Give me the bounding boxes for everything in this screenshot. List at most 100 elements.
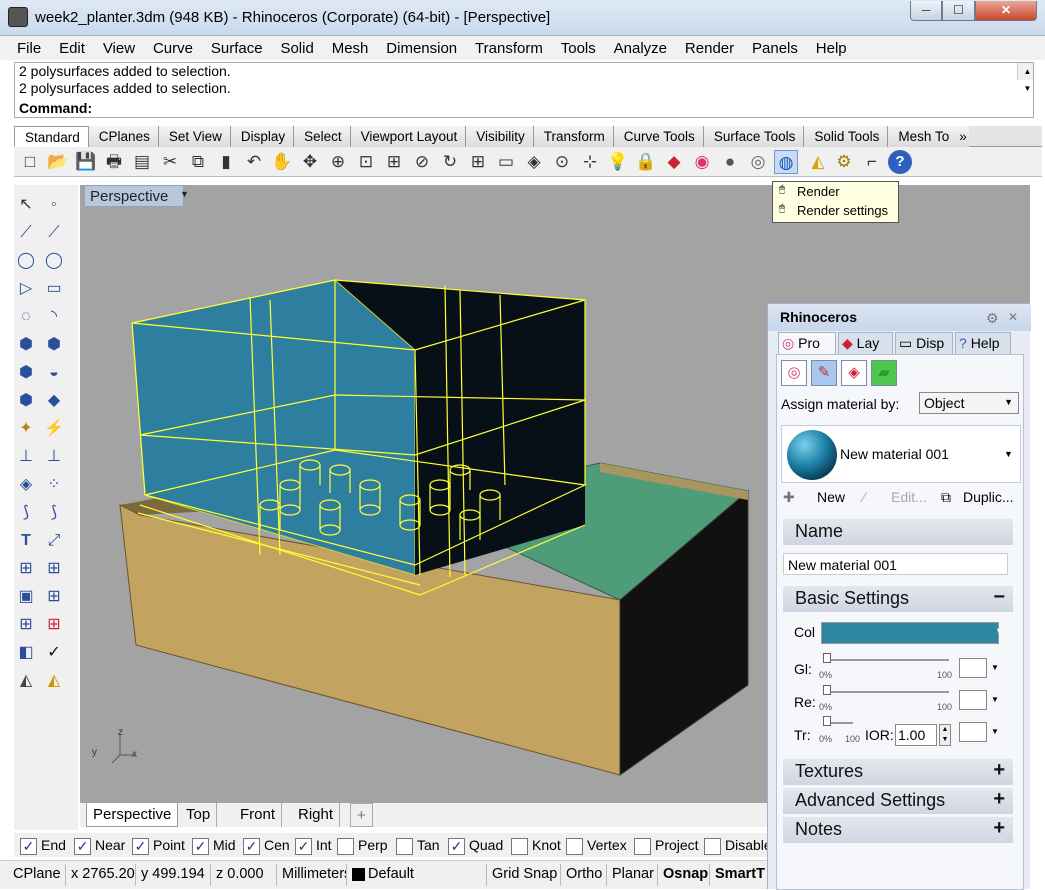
section-textures[interactable]: Textures + xyxy=(783,759,1013,785)
rectangle-icon[interactable]: ▭ xyxy=(42,277,66,301)
gloss-slider-handle[interactable] xyxy=(823,653,831,663)
material-icon[interactable]: ✎ xyxy=(811,360,837,386)
split-icon[interactable]: ⊥ xyxy=(42,445,66,469)
tab-visibility[interactable]: Visibility xyxy=(466,126,534,147)
viewport-title[interactable]: Perspective ▼ xyxy=(84,185,189,207)
menu-solid[interactable]: Solid xyxy=(273,36,320,60)
rotate-view-icon[interactable]: ✥ xyxy=(298,150,322,174)
paste-icon[interactable]: ▮ xyxy=(214,150,238,174)
minimize-button[interactable]: ─ xyxy=(910,1,942,21)
reflectivity-slider[interactable] xyxy=(825,691,949,693)
light-bulb-icon[interactable]: 💡 xyxy=(606,150,630,174)
point-cloud-icon[interactable]: ⁘ xyxy=(42,473,66,497)
material-preview[interactable]: New material 001 ▼ xyxy=(781,425,1021,483)
ior-input[interactable]: 1.00 xyxy=(895,724,937,746)
point-tool-icon[interactable]: ◦ xyxy=(42,193,66,217)
tab-cplanes[interactable]: CPlanes xyxy=(88,126,159,147)
ellipse-icon[interactable]: ◯ xyxy=(42,249,66,273)
layer-icon[interactable]: ◆ xyxy=(662,150,686,174)
menu-render[interactable]: Render xyxy=(678,36,741,60)
chevron-down-icon[interactable]: ▼ xyxy=(995,626,1004,636)
four-viewports-icon[interactable]: ⊞ xyxy=(466,150,490,174)
osnap-knot[interactable]: Knot xyxy=(511,835,561,855)
pan-hand-icon[interactable]: ✋ xyxy=(270,150,294,174)
close-button[interactable]: ✕ xyxy=(975,1,1037,21)
lock-icon[interactable]: 🔒 xyxy=(634,150,658,174)
assign-material-select[interactable]: Object ▼ xyxy=(919,392,1019,414)
transparency-color-box[interactable] xyxy=(959,722,987,742)
osnap-tan[interactable]: Tan xyxy=(396,835,440,855)
arc-icon[interactable]: ◌ xyxy=(14,305,38,329)
explode-icon[interactable]: ⚡ xyxy=(42,417,66,441)
tab-viewport-layout[interactable]: Viewport Layout xyxy=(350,126,467,147)
osnap-int[interactable]: ✓ Int xyxy=(295,835,332,855)
paint-icon[interactable]: ◭ xyxy=(42,669,66,693)
new-material-button[interactable]: New xyxy=(817,489,845,505)
chevron-down-icon[interactable]: ▼ xyxy=(991,727,999,736)
osnap-end[interactable]: ✓ End xyxy=(20,835,66,855)
undo-icon[interactable]: ↶ xyxy=(242,150,266,174)
grid-icon[interactable]: ⊞ xyxy=(42,585,66,609)
transparency-slider-handle[interactable] xyxy=(823,716,831,726)
distribute-icon[interactable]: ⊞ xyxy=(42,613,66,637)
chamfer-icon[interactable]: ⟆ xyxy=(42,501,66,525)
undo-view-icon[interactable]: ↻ xyxy=(438,150,462,174)
mesh-icon[interactable]: ◆ xyxy=(42,389,66,413)
trim-icon[interactable]: ⊥ xyxy=(14,445,38,469)
panel-close-icon[interactable]: ✕ xyxy=(1008,310,1018,324)
gloss-slider[interactable] xyxy=(825,659,949,661)
object-color-icon[interactable]: ◎ xyxy=(781,360,807,386)
show-objects-icon[interactable]: ⊹ xyxy=(578,150,602,174)
cylinder-icon[interactable]: ⬢ xyxy=(14,389,38,413)
tab-surface-tools[interactable]: Surface Tools xyxy=(703,126,805,147)
tab-transform[interactable]: Transform xyxy=(533,126,614,147)
reflectivity-color-box[interactable] xyxy=(959,690,987,710)
section-advanced-settings[interactable]: Advanced Settings + xyxy=(783,788,1013,814)
chevron-down-icon[interactable]: ▼ xyxy=(1004,449,1013,459)
tab-layers[interactable]: ◆ Lay xyxy=(838,332,893,354)
menu-panels[interactable]: Panels xyxy=(745,36,805,60)
gloss-color-box[interactable] xyxy=(959,658,987,678)
zoom-selected-icon[interactable]: ⊘ xyxy=(410,150,434,174)
osnap-point[interactable]: ✓ Point xyxy=(132,835,185,855)
section-notes[interactable]: Notes + xyxy=(783,817,1013,843)
color-swatch[interactable] xyxy=(821,622,999,644)
tab-set-view[interactable]: Set View xyxy=(158,126,231,147)
decal-icon[interactable]: ▰ xyxy=(871,360,897,386)
tab-curve-tools[interactable]: Curve Tools xyxy=(613,126,704,147)
tab-mesh-tools[interactable]: Mesh To xyxy=(888,126,958,147)
texture-mapping-icon[interactable]: ◈ xyxy=(841,360,867,386)
sphere-icon[interactable]: ◒ xyxy=(42,361,66,385)
menu-dimension[interactable]: Dimension xyxy=(379,36,464,60)
analyze-icon[interactable]: ◧ xyxy=(14,641,38,665)
boolean-icon[interactable]: ✦ xyxy=(14,417,38,441)
tab-standard[interactable]: Standard xyxy=(14,126,89,147)
rhino-app-icon[interactable] xyxy=(8,7,28,27)
save-icon[interactable]: 💾 xyxy=(74,150,98,174)
vtab-top[interactable]: Top xyxy=(180,803,218,827)
tab-display[interactable]: ▭ Disp xyxy=(895,332,953,354)
osnap-mid[interactable]: ✓ Mid xyxy=(192,835,236,855)
duplicate-material-button[interactable]: Duplic... xyxy=(963,489,1014,505)
array-icon[interactable]: ⊞ xyxy=(14,557,38,581)
tooltip-render[interactable]: 🖱 Render xyxy=(773,182,898,201)
viewport-menu-arrow-icon[interactable]: ▼ xyxy=(180,189,189,199)
status-planar[interactable]: Planar xyxy=(607,864,658,886)
zoom-icon[interactable]: ⊕ xyxy=(326,150,350,174)
scale-icon[interactable]: ⤢ xyxy=(42,529,66,553)
menu-view[interactable]: View xyxy=(96,36,142,60)
polygon-icon[interactable]: ▷ xyxy=(14,277,38,301)
solid-edit-icon[interactable]: ▣ xyxy=(14,585,38,609)
menu-edit[interactable]: Edit xyxy=(52,36,92,60)
box-icon[interactable]: ⬢ xyxy=(14,361,38,385)
edit-material-button[interactable]: Edit... xyxy=(891,489,927,505)
status-smarttrack[interactable]: SmartT xyxy=(710,864,770,886)
tabs-overflow-icon[interactable]: » xyxy=(957,126,969,147)
status-layer[interactable]: Default xyxy=(347,864,487,886)
tab-select[interactable]: Select xyxy=(294,126,351,147)
osnap-project[interactable]: Project xyxy=(634,835,699,855)
osnap-disable[interactable]: Disable xyxy=(704,835,774,855)
menu-transform[interactable]: Transform xyxy=(468,36,550,60)
render-tool-icon[interactable]: ◭ xyxy=(806,150,830,174)
new-file-icon[interactable]: □ xyxy=(18,150,42,174)
